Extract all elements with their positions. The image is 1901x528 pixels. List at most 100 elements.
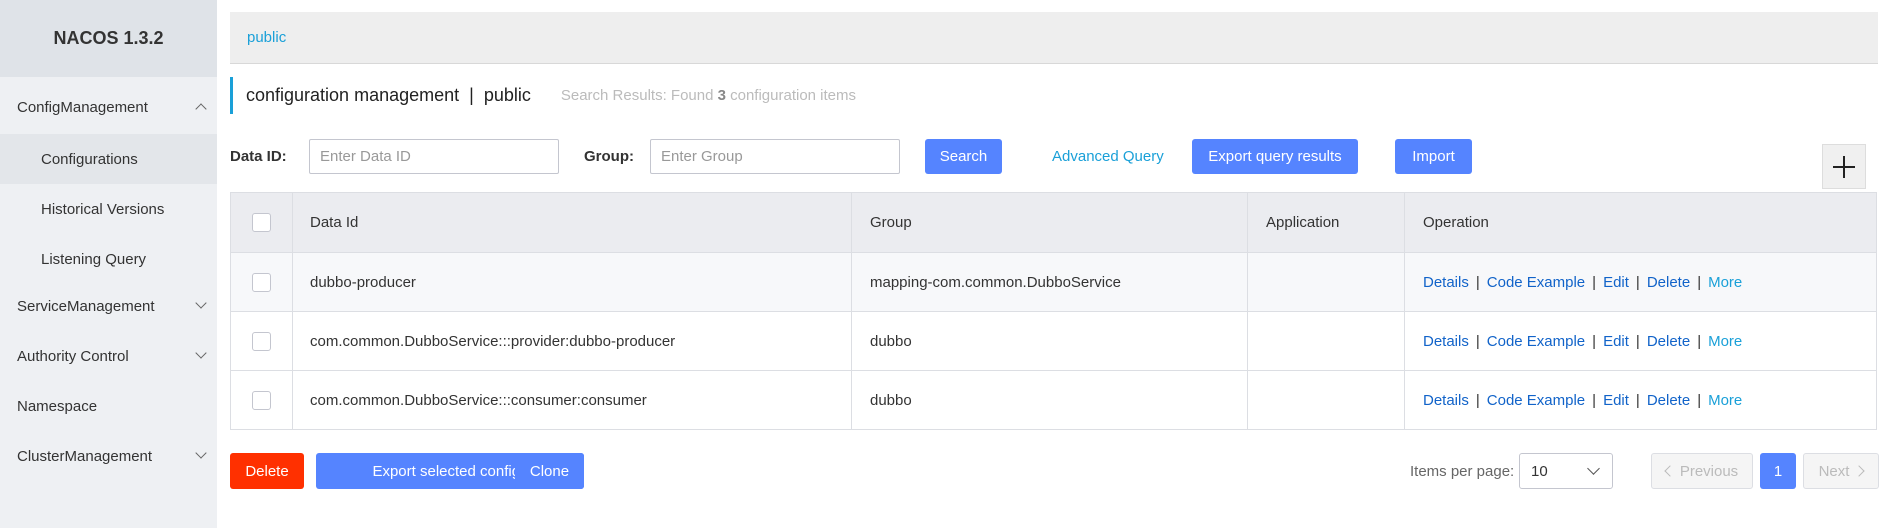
title-separator: | — [469, 85, 474, 105]
plus-icon — [1833, 155, 1855, 178]
edit-link[interactable]: Edit — [1603, 274, 1629, 291]
edit-link[interactable]: Edit — [1603, 333, 1629, 350]
chevron-down-icon — [195, 347, 207, 359]
next-label: Next — [1818, 462, 1850, 480]
sidebar-item-namespace[interactable]: Namespace — [0, 381, 217, 431]
row-checkbox-cell — [231, 312, 293, 370]
chevron-up-icon — [195, 103, 207, 115]
search-summary: Search Results: Found 3 configuration it… — [561, 87, 856, 104]
page-title-text: configuration management — [246, 85, 460, 105]
chevron-down-icon — [195, 447, 207, 459]
delete-link[interactable]: Delete — [1647, 333, 1690, 350]
table-footer: Delete Export selected configs Clone Ite… — [230, 453, 1880, 489]
filter-bar: Data ID: Group: Search Advanced Query Ex… — [230, 139, 1870, 175]
op-separator: | — [1475, 391, 1480, 409]
sidebar-item-label: ClusterManagement — [17, 447, 153, 465]
op-separator: | — [1697, 273, 1702, 291]
more-link[interactable]: More — [1708, 392, 1742, 409]
summary-suffix: configuration items — [730, 87, 857, 104]
batch-delete-button[interactable]: Delete — [230, 453, 304, 489]
sidebar-item-historical-versions[interactable]: Historical Versions — [0, 184, 217, 234]
table-row: dubbo-producer mapping-com.common.DubboS… — [231, 252, 1876, 311]
delete-link[interactable]: Delete — [1647, 274, 1690, 291]
table-row: com.common.DubboService:::consumer:consu… — [231, 370, 1876, 429]
sidebar-item-service-management[interactable]: ServiceManagement — [0, 281, 217, 331]
column-header-group[interactable]: Group — [852, 193, 1248, 252]
op-separator: | — [1635, 332, 1640, 350]
cell-operations: Details | Code Example | Edit | Delete |… — [1405, 371, 1876, 429]
delete-link[interactable]: Delete — [1647, 392, 1690, 409]
code-example-link[interactable]: Code Example — [1487, 333, 1585, 350]
table-row: com.common.DubboService:::provider:dubbo… — [231, 311, 1876, 370]
summary-prefix: Search Results: Found — [560, 87, 714, 104]
export-query-results-button[interactable]: Export query results — [1192, 139, 1358, 174]
sidebar-item-label: ServiceManagement — [17, 297, 155, 315]
details-link[interactable]: Details — [1423, 392, 1469, 409]
edit-link[interactable]: Edit — [1603, 392, 1629, 409]
chevron-left-icon — [1664, 465, 1676, 477]
namespace-tab-public[interactable]: public — [247, 29, 286, 46]
import-button[interactable]: Import — [1395, 139, 1472, 174]
details-link[interactable]: Details — [1423, 274, 1469, 291]
data-id-input[interactable] — [309, 139, 559, 174]
cell-application — [1248, 312, 1405, 370]
items-per-page-label: Items per page: — [1410, 463, 1515, 480]
header-checkbox-cell — [231, 193, 293, 252]
clone-button[interactable]: Clone — [515, 453, 584, 489]
search-button[interactable]: Search — [925, 139, 1002, 174]
add-config-button[interactable] — [1822, 144, 1866, 189]
code-example-link[interactable]: Code Example — [1487, 392, 1585, 409]
cell-data-id: com.common.DubboService:::provider:dubbo… — [293, 312, 852, 370]
chevron-down-icon — [1587, 462, 1600, 475]
op-separator: | — [1635, 391, 1640, 409]
page-number-1[interactable]: 1 — [1760, 453, 1796, 489]
column-header-data-id[interactable]: Data Id — [293, 193, 852, 252]
code-example-link[interactable]: Code Example — [1487, 274, 1585, 291]
sidebar-item-listening-query[interactable]: Listening Query — [0, 234, 217, 284]
row-checkbox[interactable] — [252, 331, 271, 351]
op-separator: | — [1475, 273, 1480, 291]
group-label: Group: — [584, 148, 634, 165]
column-header-application[interactable]: Application — [1248, 193, 1405, 252]
sidebar: NACOS 1.3.2 ConfigManagement Configurati… — [0, 0, 217, 528]
previous-page-button[interactable]: Previous — [1651, 453, 1753, 489]
sidebar-item-label: Configurations — [41, 150, 138, 168]
group-input[interactable] — [650, 139, 900, 174]
cell-group: dubbo — [852, 312, 1248, 370]
cell-group: mapping-com.common.DubboService — [852, 253, 1248, 311]
details-link[interactable]: Details — [1423, 333, 1469, 350]
select-all-checkbox[interactable] — [252, 213, 271, 232]
op-separator: | — [1475, 332, 1480, 350]
column-header-operation: Operation — [1423, 214, 1489, 231]
cell-data-id: com.common.DubboService:::consumer:consu… — [293, 371, 852, 429]
page-title: configuration management | public Search… — [230, 77, 856, 114]
next-page-button[interactable]: Next — [1803, 453, 1879, 489]
sidebar-item-label: ConfigManagement — [17, 98, 148, 116]
op-separator: | — [1697, 332, 1702, 350]
namespace-bar: public — [230, 12, 1878, 64]
table-header: Data Id Group Application Operation — [231, 193, 1876, 252]
sidebar-item-label: Listening Query — [41, 250, 147, 268]
items-per-page-value: 10 — [1531, 462, 1548, 480]
cell-application — [1248, 253, 1405, 311]
row-checkbox-cell — [231, 253, 293, 311]
op-separator: | — [1635, 273, 1640, 291]
more-link[interactable]: More — [1708, 333, 1742, 350]
sidebar-item-label: Namespace — [17, 397, 98, 415]
advanced-query-link[interactable]: Advanced Query — [1052, 148, 1164, 165]
row-checkbox[interactable] — [252, 390, 271, 410]
previous-label: Previous — [1679, 462, 1739, 480]
cell-application — [1248, 371, 1405, 429]
sidebar-item-cluster-management[interactable]: ClusterManagement — [0, 431, 217, 481]
chevron-right-icon — [1853, 465, 1866, 477]
cell-data-id: dubbo-producer — [293, 253, 852, 311]
more-link[interactable]: More — [1708, 274, 1742, 291]
cell-group: dubbo — [852, 371, 1248, 429]
sidebar-item-configurations[interactable]: Configurations — [0, 134, 217, 184]
page-title-namespace: public — [483, 85, 531, 105]
sidebar-item-authority-control[interactable]: Authority Control — [0, 331, 217, 381]
row-checkbox[interactable] — [252, 272, 271, 292]
items-per-page-select[interactable]: 10 — [1519, 453, 1613, 489]
sidebar-item-config-management[interactable]: ConfigManagement — [0, 82, 217, 132]
op-separator: | — [1592, 273, 1597, 291]
